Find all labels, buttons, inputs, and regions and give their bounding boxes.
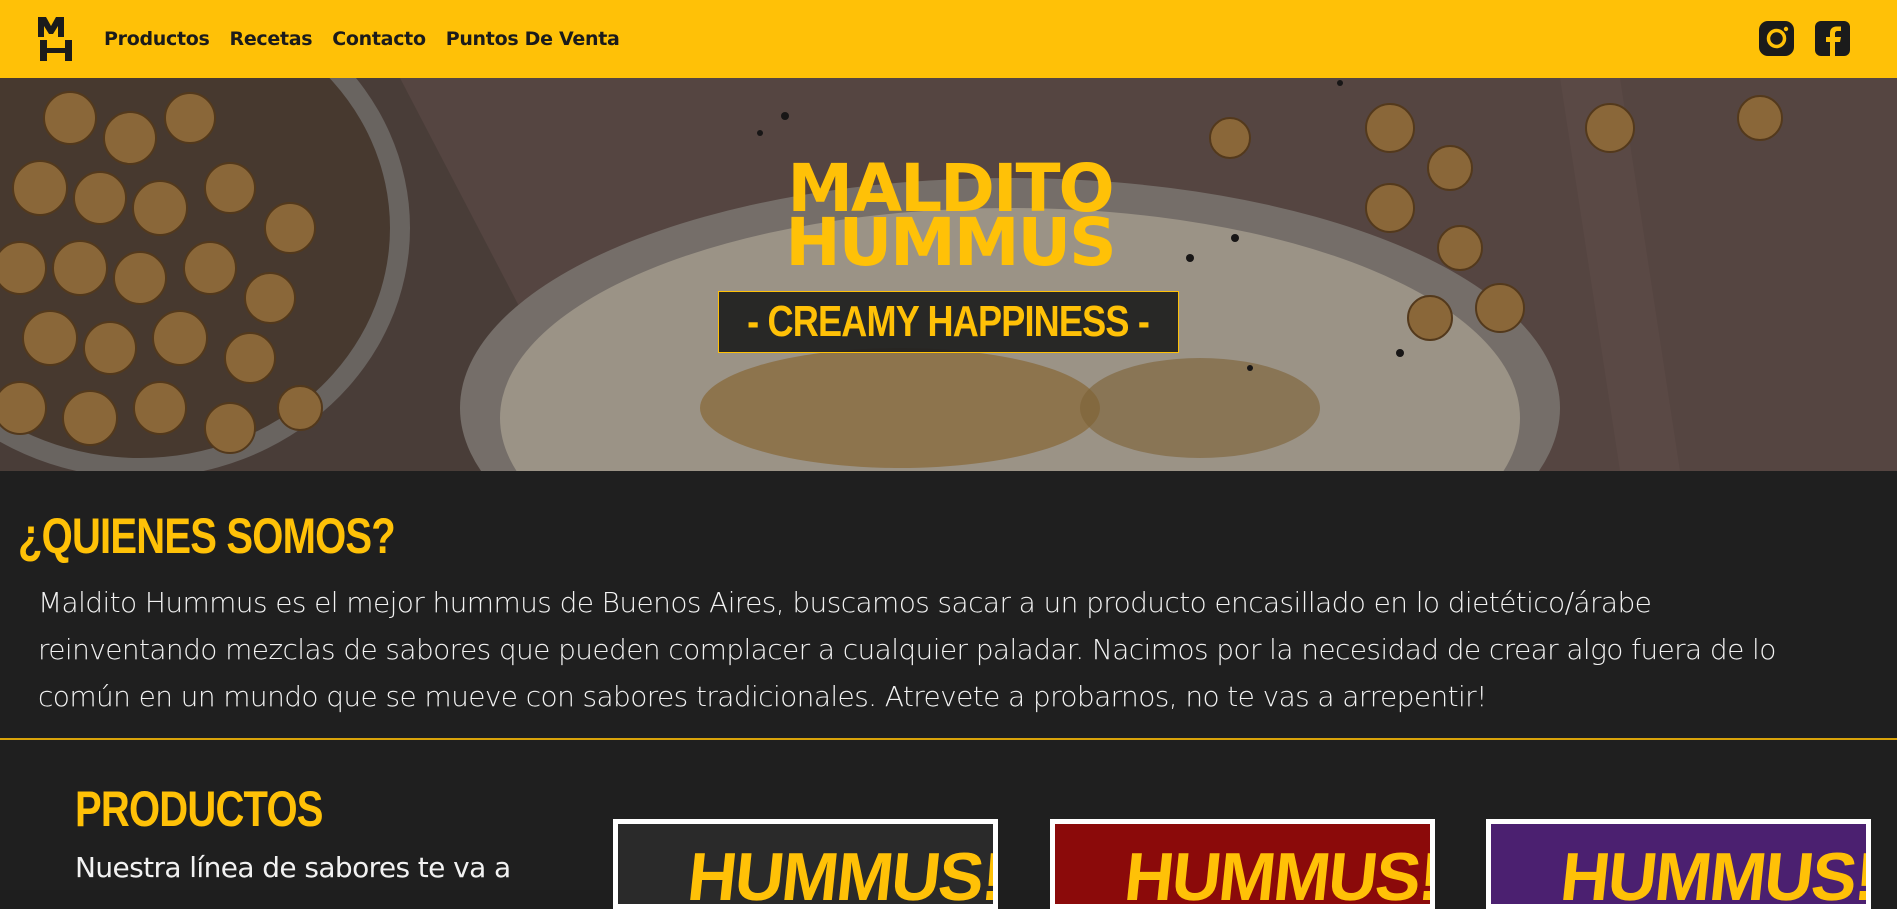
product-card-label: HUMMUS!	[684, 839, 998, 909]
tagline-box: - CREAMY HAPPINESS -	[718, 291, 1179, 353]
products-description: Nuestra línea de sabores te va a	[75, 851, 511, 884]
product-card-label: HUMMUS!	[1121, 839, 1435, 909]
about-section: ¿QUIENES SOMOS? Maldito Hummus es el mej…	[0, 471, 1897, 740]
tagline: - CREAMY HAPPINESS -	[747, 297, 1151, 346]
nav-link-productos[interactable]: Productos	[104, 28, 210, 50]
instagram-icon[interactable]	[1758, 20, 1795, 57]
brand-line-2: HUMMUS	[785, 204, 1116, 281]
nav-link-puntos-de-venta[interactable]: Puntos De Venta	[446, 28, 620, 50]
product-card-2[interactable]: HUMMUS!	[1050, 819, 1435, 909]
about-title: ¿QUIENES SOMOS?	[18, 508, 396, 564]
maldito-hummus-logo[interactable]	[38, 17, 74, 61]
about-text: Maldito Hummus es el mejor hummus de Bue…	[38, 586, 1776, 713]
hero-banner: MALDITO HUMMUS - CREAMY HAPPINESS -	[0, 78, 1897, 471]
product-card-label: HUMMUS!	[1557, 839, 1871, 909]
top-navbar: Productos Recetas Contacto Puntos De Ven…	[0, 0, 1897, 78]
nav-link-recetas[interactable]: Recetas	[229, 28, 312, 50]
products-section: PRODUCTOS Nuestra línea de sabores te va…	[0, 740, 1897, 909]
facebook-icon[interactable]	[1814, 20, 1851, 57]
brand-title: MALDITO HUMMUS	[700, 156, 1200, 281]
product-card-3[interactable]: HUMMUS!	[1486, 819, 1871, 909]
nav-link-contacto[interactable]: Contacto	[332, 28, 426, 50]
products-title: PRODUCTOS	[75, 781, 323, 837]
nav-links: Productos Recetas Contacto Puntos De Ven…	[104, 0, 620, 78]
product-card-1[interactable]: HUMMUS!	[613, 819, 998, 909]
